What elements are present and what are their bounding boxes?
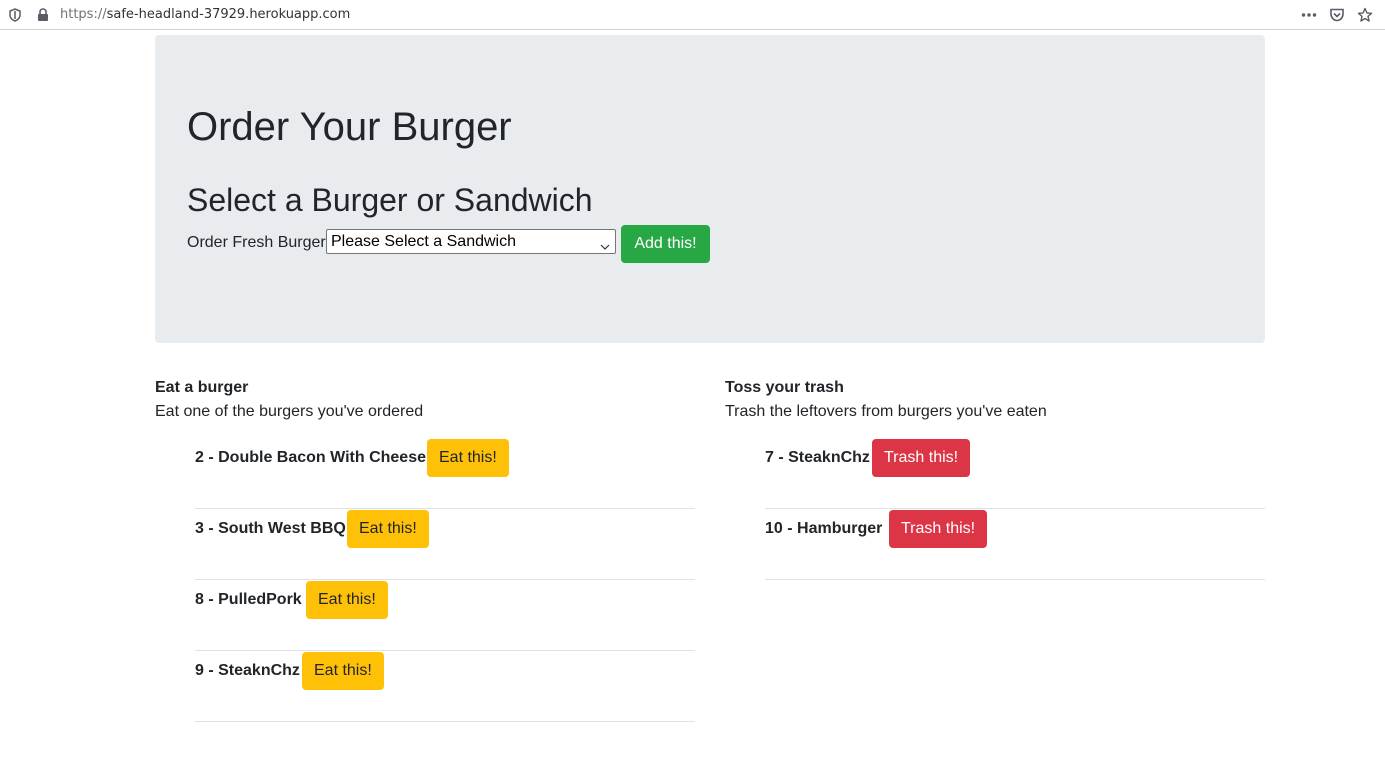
burger-name: 3 - South West BBQ	[195, 520, 346, 537]
eat-button[interactable]: Eat this!	[347, 510, 429, 548]
list-item: 3 - South West BBQ Eat this!	[195, 509, 695, 580]
section-subtitle: Select a Burger or Sandwich	[187, 182, 593, 218]
eat-heading: Eat a burger	[155, 379, 249, 396]
shield-icon[interactable]	[7, 7, 23, 23]
lock-icon[interactable]	[35, 7, 51, 23]
browser-toolbar: https://safe-headland-37929.herokuapp.co…	[0, 0, 1385, 30]
trash-button[interactable]: Trash this!	[889, 510, 988, 548]
burger-name: 7 - SteaknChz	[765, 449, 870, 466]
chevron-down-icon	[600, 236, 610, 250]
trash-button[interactable]: Trash this!	[872, 439, 971, 477]
list-item: 9 - SteaknChz Eat this!	[195, 651, 695, 722]
order-jumbotron: Order Your Burger Select a Burger or San…	[155, 35, 1265, 343]
eat-button[interactable]: Eat this!	[302, 652, 384, 690]
add-burger-button[interactable]: Add this!	[621, 225, 710, 263]
trash-list: 7 - SteaknChz Trash this! 10 - Hamburger…	[765, 438, 1265, 580]
burger-name: 9 - SteaknChz	[195, 662, 300, 679]
trash-heading: Toss your trash	[725, 379, 844, 396]
list-item: 8 - PulledPork Eat this!	[195, 580, 695, 651]
burger-name: 2 - Double Bacon With Cheese	[195, 449, 426, 466]
burger-name: 10 - Hamburger	[765, 520, 883, 537]
sandwich-select-value: Please Select a Sandwich	[331, 233, 516, 250]
pocket-icon[interactable]	[1329, 7, 1345, 23]
eat-description: Eat one of the burgers you've ordered	[155, 403, 424, 420]
trash-description: Trash the leftovers from burgers you've …	[725, 403, 1047, 420]
list-item: 2 - Double Bacon With Cheese Eat this!	[195, 438, 695, 509]
list-item: 7 - SteaknChz Trash this!	[765, 438, 1265, 509]
eat-button[interactable]: Eat this!	[306, 581, 388, 619]
sandwich-select[interactable]: Please Select a Sandwich	[326, 229, 616, 254]
eat-button[interactable]: Eat this!	[427, 439, 509, 477]
url-bar[interactable]: https://safe-headland-37929.herokuapp.co…	[60, 7, 350, 23]
star-icon[interactable]	[1357, 7, 1373, 23]
page-title: Order Your Burger	[187, 105, 512, 149]
order-label: Order Fresh Burger	[187, 234, 326, 251]
burger-name: 8 - PulledPork	[195, 591, 302, 608]
eat-list: 2 - Double Bacon With Cheese Eat this! 3…	[195, 438, 695, 722]
list-item: 10 - Hamburger Trash this!	[765, 509, 1265, 580]
url-scheme: https://	[60, 7, 107, 22]
url-host: safe-headland-37929.herokuapp.com	[106, 7, 351, 22]
more-icon[interactable]	[1301, 7, 1317, 23]
